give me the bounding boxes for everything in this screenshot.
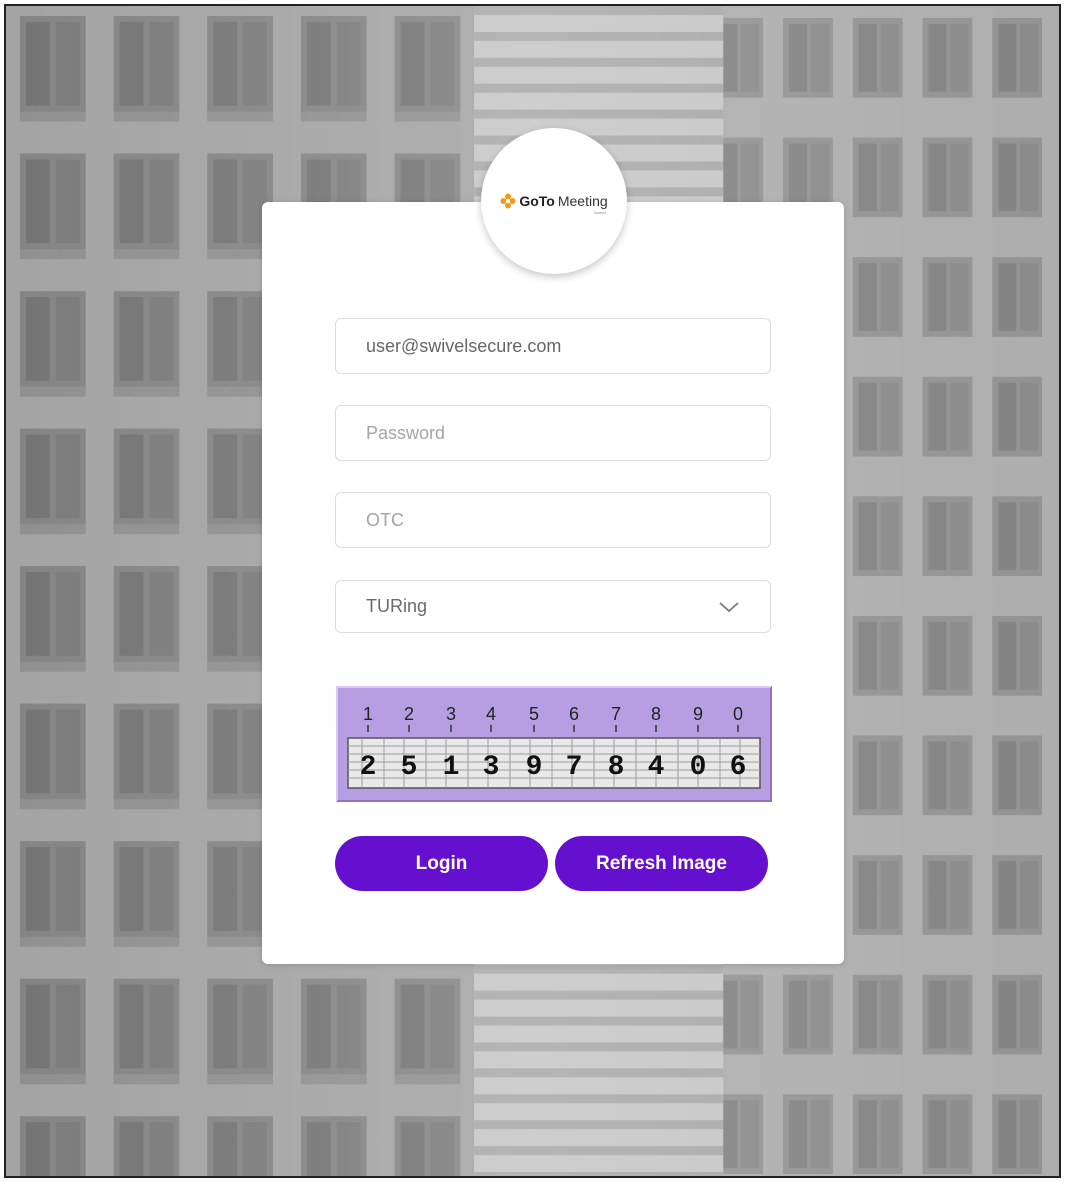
gotomeeting-logo: GoTo Meeting Swivel xyxy=(500,193,608,215)
captcha-digit: 6 xyxy=(730,752,747,783)
position-digit: 8 xyxy=(651,704,661,724)
position-digit: 4 xyxy=(486,704,496,724)
username-field[interactable] xyxy=(335,318,771,374)
captcha-digit: 2 xyxy=(360,752,377,783)
captcha-digit: 0 xyxy=(690,752,707,783)
position-digit: 3 xyxy=(446,704,456,724)
captcha-digit: 1 xyxy=(443,752,460,783)
position-digit: 1 xyxy=(363,704,373,724)
position-digit: 5 xyxy=(529,704,539,724)
gotomeeting-logo-icon xyxy=(500,193,516,209)
captcha-digit: 5 xyxy=(401,752,418,783)
logo-subtext: Swivel xyxy=(594,210,606,215)
position-digit: 6 xyxy=(569,704,579,724)
logo-badge: GoTo Meeting Swivel xyxy=(481,128,627,274)
position-digit: 7 xyxy=(611,704,621,724)
turing-image: 1 2 3 4 5 6 7 8 9 0 2 5 1 3 9 7 8 4 0 6 xyxy=(336,686,772,802)
turing-grid: 1 2 3 4 5 6 7 8 9 0 2 5 1 3 9 7 8 4 0 6 xyxy=(347,704,761,789)
otc-field[interactable] xyxy=(335,492,771,548)
otc-input[interactable] xyxy=(366,509,740,531)
captcha-digit: 7 xyxy=(566,752,583,783)
logo-text-regular: Meeting xyxy=(557,193,608,209)
auth-method-selected: TURing xyxy=(366,596,428,616)
login-button[interactable]: Login xyxy=(335,836,548,891)
position-digit: 2 xyxy=(404,704,414,724)
password-input[interactable] xyxy=(366,422,740,444)
captcha-digit: 3 xyxy=(483,752,500,783)
auth-method-select[interactable]: TURing xyxy=(335,580,771,633)
password-field[interactable] xyxy=(335,405,771,461)
captcha-digit: 4 xyxy=(648,752,665,783)
captcha-digit: 9 xyxy=(526,752,543,783)
chevron-down-icon xyxy=(719,601,739,612)
captcha-digit: 8 xyxy=(608,752,625,783)
position-digit: 9 xyxy=(693,704,703,724)
username-input[interactable] xyxy=(366,335,740,357)
refresh-image-button[interactable]: Refresh Image xyxy=(555,836,768,891)
position-digit: 0 xyxy=(733,704,743,724)
logo-text-bold: GoTo xyxy=(519,193,555,209)
